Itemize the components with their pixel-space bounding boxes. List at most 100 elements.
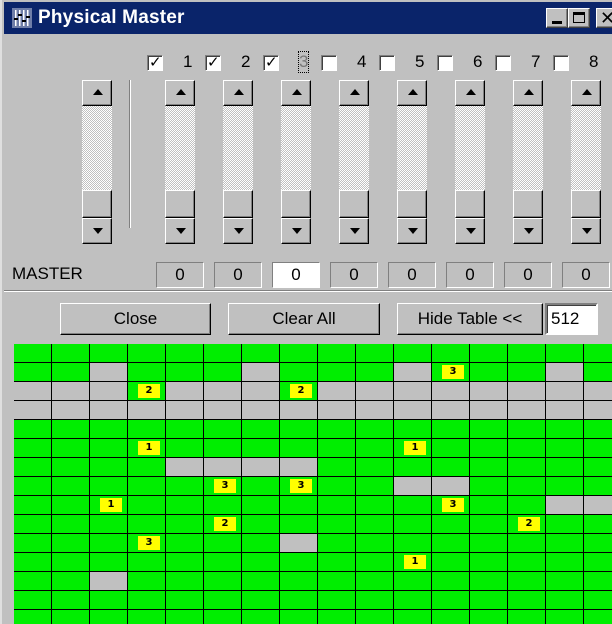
- table-cell[interactable]: [166, 591, 204, 610]
- table-cell[interactable]: [318, 382, 356, 401]
- table-cell[interactable]: [584, 553, 612, 572]
- table-cell[interactable]: 3: [204, 477, 242, 496]
- table-cell[interactable]: 2: [204, 515, 242, 534]
- table-cell[interactable]: [508, 496, 546, 515]
- table-cell[interactable]: [318, 610, 356, 624]
- table-cell[interactable]: [90, 515, 128, 534]
- slider-down-arrow[interactable]: [223, 218, 253, 244]
- slider-up-arrow[interactable]: [165, 80, 195, 106]
- table-cell[interactable]: [394, 572, 432, 591]
- table-cell[interactable]: [204, 363, 242, 382]
- table-cell[interactable]: [166, 401, 204, 420]
- table-cell[interactable]: [242, 591, 280, 610]
- table-cell[interactable]: [546, 572, 584, 591]
- table-cell[interactable]: [394, 344, 432, 363]
- table-cell[interactable]: [508, 572, 546, 591]
- table-cell[interactable]: [508, 420, 546, 439]
- table-cell[interactable]: [204, 401, 242, 420]
- table-cell[interactable]: [356, 401, 394, 420]
- channel-count-field[interactable]: 512: [545, 303, 598, 335]
- table-cell[interactable]: [584, 401, 612, 420]
- table-cell[interactable]: [432, 344, 470, 363]
- table-cell[interactable]: [166, 344, 204, 363]
- table-cell[interactable]: [52, 610, 90, 624]
- table-cell[interactable]: [14, 420, 52, 439]
- master-slider-down-arrow[interactable]: [82, 218, 112, 244]
- table-cell[interactable]: [280, 420, 318, 439]
- table-cell[interactable]: [280, 515, 318, 534]
- table-cell[interactable]: [14, 458, 52, 477]
- slider-thumb[interactable]: [571, 190, 601, 218]
- table-cell[interactable]: [242, 515, 280, 534]
- table-cell[interactable]: [52, 477, 90, 496]
- table-cell[interactable]: [584, 363, 612, 382]
- table-cell[interactable]: [128, 553, 166, 572]
- table-cell[interactable]: [166, 610, 204, 624]
- table-cell[interactable]: [14, 382, 52, 401]
- slider-up-arrow[interactable]: [455, 80, 485, 106]
- table-cell[interactable]: 1: [128, 439, 166, 458]
- table-cell[interactable]: [52, 572, 90, 591]
- table-cell[interactable]: [508, 610, 546, 624]
- table-cell[interactable]: [470, 344, 508, 363]
- table-cell[interactable]: [546, 401, 584, 420]
- slider-down-arrow[interactable]: [165, 218, 195, 244]
- table-cell[interactable]: [432, 553, 470, 572]
- table-cell[interactable]: [90, 553, 128, 572]
- table-cell[interactable]: [128, 344, 166, 363]
- table-cell[interactable]: [280, 572, 318, 591]
- table-cell[interactable]: [584, 344, 612, 363]
- channel-4-checkbox[interactable]: [321, 55, 337, 71]
- title-bar[interactable]: Physical Master ✕: [4, 2, 612, 34]
- table-cell[interactable]: [128, 496, 166, 515]
- table-cell[interactable]: [432, 477, 470, 496]
- slider-up-arrow[interactable]: [223, 80, 253, 106]
- table-cell[interactable]: [432, 439, 470, 458]
- table-cell[interactable]: [90, 344, 128, 363]
- table-cell[interactable]: 2: [128, 382, 166, 401]
- table-cell[interactable]: [242, 382, 280, 401]
- table-cell[interactable]: [470, 401, 508, 420]
- table-cell[interactable]: [280, 610, 318, 624]
- table-cell[interactable]: [14, 363, 52, 382]
- table-cell[interactable]: [470, 515, 508, 534]
- table-cell[interactable]: [90, 591, 128, 610]
- close-button[interactable]: Close: [60, 303, 211, 335]
- table-cell[interactable]: [546, 553, 584, 572]
- table-cell[interactable]: [432, 572, 470, 591]
- table-cell[interactable]: [280, 439, 318, 458]
- table-cell[interactable]: [280, 363, 318, 382]
- slider-thumb[interactable]: [455, 190, 485, 218]
- table-cell[interactable]: [584, 458, 612, 477]
- table-cell[interactable]: [356, 439, 394, 458]
- table-cell[interactable]: [394, 610, 432, 624]
- table-cell[interactable]: [546, 458, 584, 477]
- master-slider[interactable]: [82, 80, 112, 258]
- table-cell[interactable]: [14, 572, 52, 591]
- table-cell[interactable]: [90, 439, 128, 458]
- table-cell[interactable]: [508, 477, 546, 496]
- table-cell[interactable]: [90, 477, 128, 496]
- table-cell[interactable]: [128, 420, 166, 439]
- clear-all-button[interactable]: Clear All: [228, 303, 380, 335]
- table-cell[interactable]: [432, 382, 470, 401]
- channel-1-value[interactable]: 0: [156, 262, 204, 288]
- table-cell[interactable]: [470, 534, 508, 553]
- table-cell[interactable]: [546, 344, 584, 363]
- channel-6-slider[interactable]: [455, 80, 485, 258]
- channel-4-slider[interactable]: [339, 80, 369, 258]
- table-cell[interactable]: [166, 420, 204, 439]
- slider-up-arrow[interactable]: [513, 80, 543, 106]
- table-cell[interactable]: [128, 458, 166, 477]
- table-cell[interactable]: [394, 534, 432, 553]
- table-cell[interactable]: [432, 534, 470, 553]
- channel-1-checkbox[interactable]: ✓: [147, 53, 163, 71]
- table-cell[interactable]: [356, 515, 394, 534]
- slider-down-arrow[interactable]: [281, 218, 311, 244]
- table-cell[interactable]: [280, 458, 318, 477]
- table-cell[interactable]: [166, 515, 204, 534]
- table-cell[interactable]: [204, 553, 242, 572]
- table-cell[interactable]: [14, 496, 52, 515]
- channel-3-checkbox[interactable]: ✓: [263, 53, 279, 71]
- table-cell[interactable]: [14, 515, 52, 534]
